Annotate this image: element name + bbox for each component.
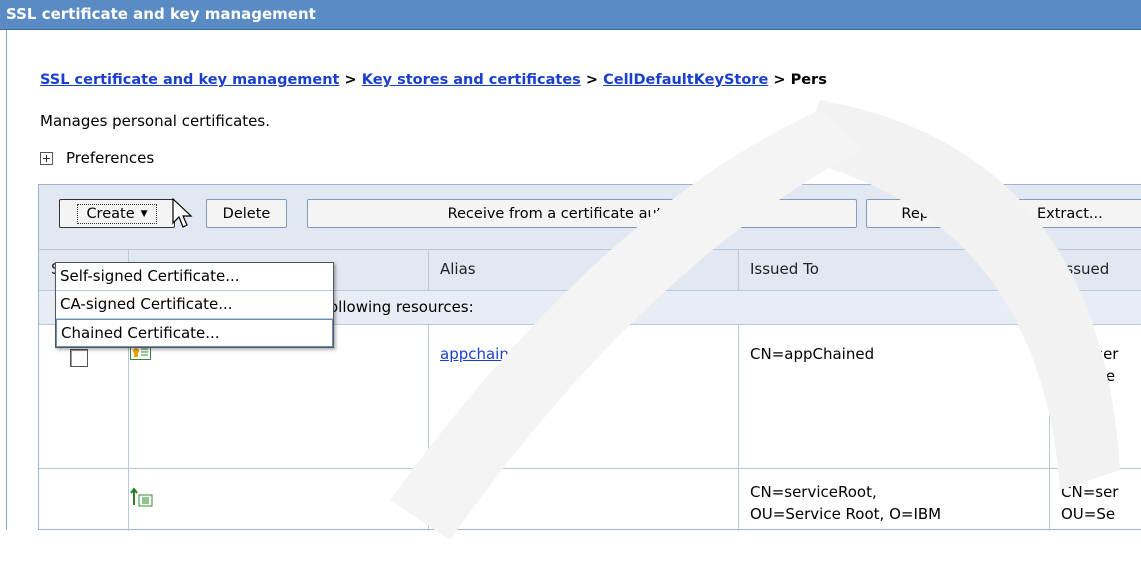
root-certificate-icon — [130, 487, 153, 507]
column-divider — [738, 250, 739, 291]
issued-to-value: CN=appChained — [750, 345, 875, 363]
preferences-toggle[interactable]: Preferences — [40, 149, 154, 167]
header-alias[interactable]: Alias — [440, 260, 476, 278]
header-issued-to[interactable]: Issued To — [750, 260, 819, 278]
column-divider — [428, 325, 429, 469]
issued-by-value: OU=Se — [1061, 505, 1116, 523]
replace-button[interactable]: Replace... — [866, 199, 1008, 228]
certificates-table: Create ▼ Delete Receive from a certificat… — [38, 184, 1141, 531]
breadcrumb: SSL certificate and key management > Key… — [40, 72, 827, 88]
breadcrumb-link-ssl[interactable]: SSL certificate and key management — [40, 72, 339, 88]
extract-button[interactable]: Extract... — [1016, 199, 1141, 228]
column-divider — [738, 325, 739, 469]
column-divider — [1049, 469, 1050, 531]
breadcrumb-current: Pers — [790, 72, 827, 88]
preferences-label: Preferences — [66, 149, 155, 167]
mouse-pointer-icon — [172, 198, 193, 228]
issued-by-value: OU=Se — [1061, 367, 1116, 385]
issued-by-value: CN=ser — [1061, 483, 1119, 501]
column-divider — [1049, 325, 1050, 469]
issued-to-value: CN=serviceRoot, — [750, 483, 877, 501]
menu-item-ca-signed[interactable]: CA-signed Certificate... — [56, 291, 333, 319]
table-row: CN=serviceRoot, OU=Service Root, O=IBM C… — [39, 469, 1141, 531]
delete-button[interactable]: Delete — [206, 199, 287, 228]
column-divider — [128, 469, 129, 531]
dropdown-arrow-icon: ▼ — [140, 208, 148, 219]
alias-link[interactable]: appchained — [440, 343, 528, 365]
breadcrumb-separator: > — [585, 72, 599, 88]
breadcrumb-link-keystores[interactable]: Key stores and certificates — [362, 72, 581, 88]
create-button[interactable]: Create ▼ — [59, 199, 175, 228]
title-bar: SSL certificate and key management — [0, 0, 1141, 30]
table-toolbar: Create ▼ Delete Receive from a certificat… — [39, 185, 1141, 249]
window-title: SSL certificate and key management — [6, 5, 316, 23]
page-description: Manages personal certificates. — [40, 112, 270, 130]
column-divider — [1049, 250, 1050, 291]
breadcrumb-separator: > — [344, 72, 357, 88]
column-divider — [738, 469, 739, 531]
create-label: Create — [86, 205, 135, 222]
column-divider — [428, 469, 429, 531]
menu-item-self-signed[interactable]: Self-signed Certificate... — [56, 263, 333, 291]
issued-by-value: CN=ser — [1061, 345, 1119, 363]
row-select-checkbox[interactable] — [70, 349, 88, 367]
column-divider — [428, 250, 429, 291]
breadcrumb-link-celldefaultkeystore[interactable]: CellDefaultKeyStore — [603, 72, 768, 88]
menu-item-chained[interactable]: Chained Certificate... — [56, 319, 333, 347]
create-dropdown-menu: Self-signed Certificate... CA-signed Cer… — [55, 262, 334, 348]
expand-plus-icon[interactable] — [40, 151, 53, 165]
header-issued-by[interactable]: Issued — [1061, 260, 1109, 278]
subheader-text: ollowing resources: — [329, 298, 474, 316]
breadcrumb-separator: > — [773, 72, 786, 88]
receive-from-ca-button[interactable]: Receive from a certificate authority... — [307, 199, 857, 228]
issued-to-value: OU=Service Root, O=IBM — [750, 505, 942, 523]
